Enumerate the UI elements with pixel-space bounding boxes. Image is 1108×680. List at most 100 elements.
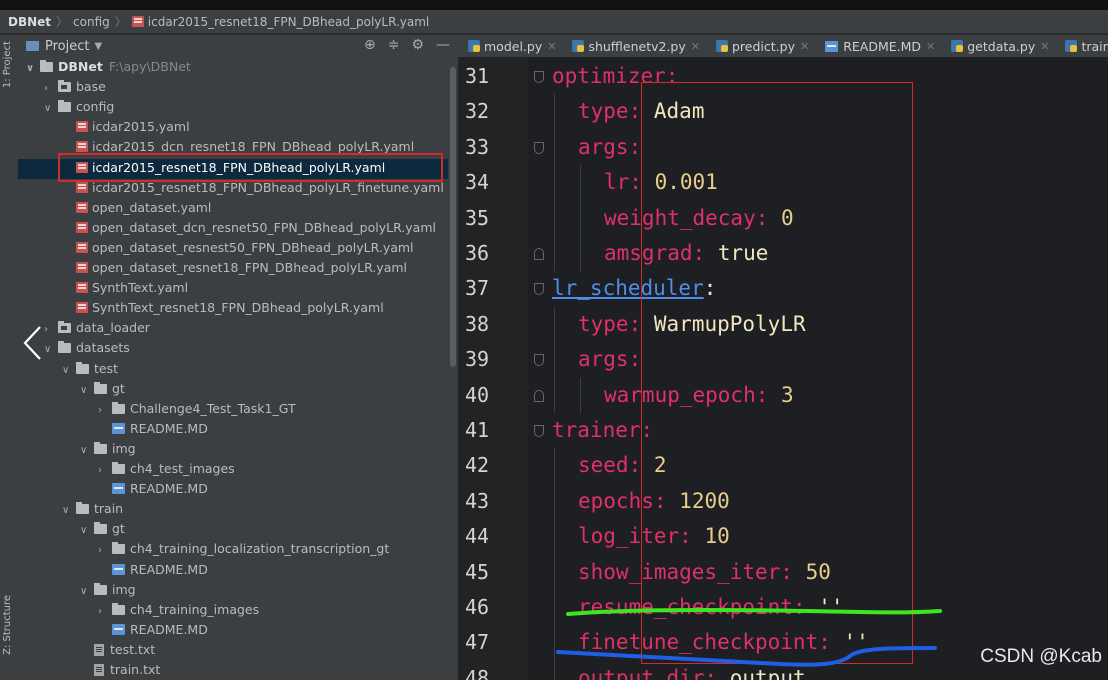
fold-marker-icon[interactable] (534, 283, 544, 296)
close-icon[interactable]: ✕ (1040, 40, 1049, 53)
tree-item[interactable]: › Challenge4_Test_Task1_GT (98, 399, 296, 419)
tree-item-label: README.MD (130, 420, 208, 436)
tree-item[interactable]: open_dataset_resnest50_FPN_DBhead_polyLR… (62, 238, 414, 258)
fold-marker-icon[interactable] (534, 141, 544, 154)
chevron-down-icon[interactable]: ∨ (80, 381, 94, 401)
fold-marker-icon[interactable] (534, 71, 544, 83)
tree-item[interactable]: ∨ gt (80, 379, 125, 399)
line-number: 32 (465, 99, 490, 124)
yaml-file-icon (76, 141, 88, 153)
yaml-file-icon (76, 241, 88, 253)
chevron-right-icon[interactable]: › (44, 320, 58, 340)
markdown-file-icon (112, 422, 125, 434)
indent-guide (554, 306, 555, 413)
tree-item[interactable]: ∨ DBNet F:\apy\DBNet (26, 57, 191, 77)
tree-item[interactable]: open_dataset_resnet18_FPN_DBhead_polyLR.… (62, 258, 407, 278)
tree-scrollbar[interactable] (448, 57, 458, 680)
tree-item[interactable]: README.MD (98, 620, 208, 640)
fold-marker-icon[interactable] (534, 248, 544, 260)
chevron-down-icon[interactable]: ∨ (62, 501, 76, 521)
editor-tab[interactable]: predict.py ✕ (706, 39, 815, 54)
tree-item[interactable]: SynthText_resnet18_FPN_DBhead_polyLR.yam… (62, 298, 384, 318)
chevron-right-icon[interactable]: › (98, 541, 112, 561)
fold-marker-icon[interactable] (534, 425, 544, 437)
editor-tab[interactable]: train.py (1055, 39, 1108, 54)
tree-item[interactable]: icdar2015_resnet18_FPN_DBhead_polyLR.yam… (62, 158, 385, 178)
structure-tool-button[interactable]: Z: Structure (2, 595, 13, 655)
code-line[interactable]: args: (578, 342, 641, 377)
tree-item[interactable]: train.txt (80, 660, 160, 680)
tree-item[interactable]: open_dataset_dcn_resnet50_FPN_DBhead_pol… (62, 218, 436, 238)
chevron-down-icon[interactable]: ∨ (44, 340, 58, 360)
chevron-right-icon[interactable]: › (98, 401, 112, 421)
tree-item[interactable]: ∨ datasets (44, 338, 130, 358)
editor-tab[interactable]: model.py ✕ (458, 39, 562, 54)
tree-item[interactable]: › ch4_test_images (98, 459, 235, 479)
tree-item-label: data_loader (76, 320, 150, 336)
tree-item[interactable]: icdar2015.yaml (62, 117, 190, 137)
chevron-down-icon[interactable]: ∨ (80, 521, 94, 541)
tree-item[interactable]: README.MD (98, 419, 208, 439)
line-number: 36 (465, 241, 490, 265)
tree-item[interactable]: SynthText.yaml (62, 278, 188, 298)
tree-item[interactable]: › ch4_training_images (98, 600, 259, 620)
chevron-right-icon[interactable]: › (44, 79, 58, 99)
tree-item[interactable]: › base (44, 77, 106, 97)
close-icon[interactable]: ✕ (800, 40, 809, 53)
close-icon[interactable]: ✕ (547, 40, 556, 53)
tree-item[interactable]: ∨ gt (80, 519, 125, 539)
chevron-down-icon[interactable]: ∨ (62, 361, 76, 381)
tree-item[interactable]: ∨ img (80, 439, 136, 459)
tree-item[interactable]: test.txt (80, 640, 155, 660)
fold-marker-icon[interactable] (534, 354, 544, 367)
chevron-right-icon[interactable]: › (98, 461, 112, 481)
folder-icon (112, 401, 125, 414)
breadcrumb-project[interactable]: DBNet (8, 15, 51, 29)
editor-tab[interactable]: getdata.py ✕ (941, 39, 1055, 54)
tree-item[interactable]: › ch4_training_localization_transcription… (98, 539, 389, 559)
editor-tab[interactable]: shufflenetv2.py ✕ (562, 39, 706, 54)
editor-tab-label: train.py (1081, 38, 1108, 54)
tree-item[interactable]: ∨ test (62, 359, 118, 379)
breadcrumb-folder[interactable]: config (73, 15, 110, 29)
chevron-down-icon[interactable]: ∨ (26, 59, 40, 79)
scrollbar-thumb[interactable] (450, 67, 456, 367)
tree-item[interactable]: ∨ config (44, 97, 114, 117)
chevron-down-icon[interactable]: ∨ (80, 441, 94, 461)
yaml-colon: : (628, 311, 642, 336)
project-tool-button[interactable]: 1: Project (2, 41, 13, 88)
gear-icon[interactable]: ⚙ (411, 37, 424, 53)
yaml-file-icon (76, 262, 88, 273)
tree-item[interactable]: ∨ img (80, 580, 136, 600)
locate-icon[interactable]: ⊕ (364, 37, 376, 53)
tree-item-label: DBNet (58, 59, 103, 74)
tree-item[interactable]: › data_loader (44, 318, 150, 338)
collapse-icon[interactable]: ≑ (388, 37, 400, 53)
close-icon[interactable]: ✕ (926, 40, 935, 53)
folder-icon (58, 100, 71, 113)
editor-tab[interactable]: README.MD ✕ (815, 39, 941, 54)
tree-item[interactable]: open_dataset.yaml (62, 198, 211, 218)
tree-item[interactable]: README.MD (98, 560, 208, 580)
yaml-colon: : (628, 453, 642, 478)
tree-item[interactable]: README.MD (98, 479, 208, 499)
chevron-down-icon[interactable]: ∨ (80, 582, 94, 602)
code-line[interactable]: trainer: (552, 413, 653, 448)
close-icon[interactable]: ✕ (691, 40, 700, 53)
editor-tab-label: README.MD (843, 38, 922, 54)
code-line[interactable]: args: (578, 130, 641, 165)
minimize-icon[interactable]: — (436, 37, 450, 53)
breadcrumb-file[interactable]: icdar2015_resnet18_FPN_DBhead_polyLR.yam… (148, 15, 429, 29)
fold-marker-icon[interactable] (534, 389, 544, 402)
project-panel-icon (26, 41, 39, 51)
chevron-down-icon[interactable]: ▼ (94, 41, 102, 52)
yaml-file-icon (76, 121, 88, 133)
tree-item-label: Challenge4_Test_Task1_GT (130, 400, 296, 416)
chevron-left-icon[interactable] (22, 325, 44, 361)
chevron-right-icon[interactable]: › (98, 602, 112, 622)
project-panel-title[interactable]: Project (45, 39, 89, 54)
chevron-down-icon[interactable]: ∨ (44, 99, 58, 119)
tree-item-label: train (94, 501, 124, 517)
markdown-file-icon (825, 40, 839, 52)
tree-item[interactable]: ∨ train (62, 499, 123, 519)
